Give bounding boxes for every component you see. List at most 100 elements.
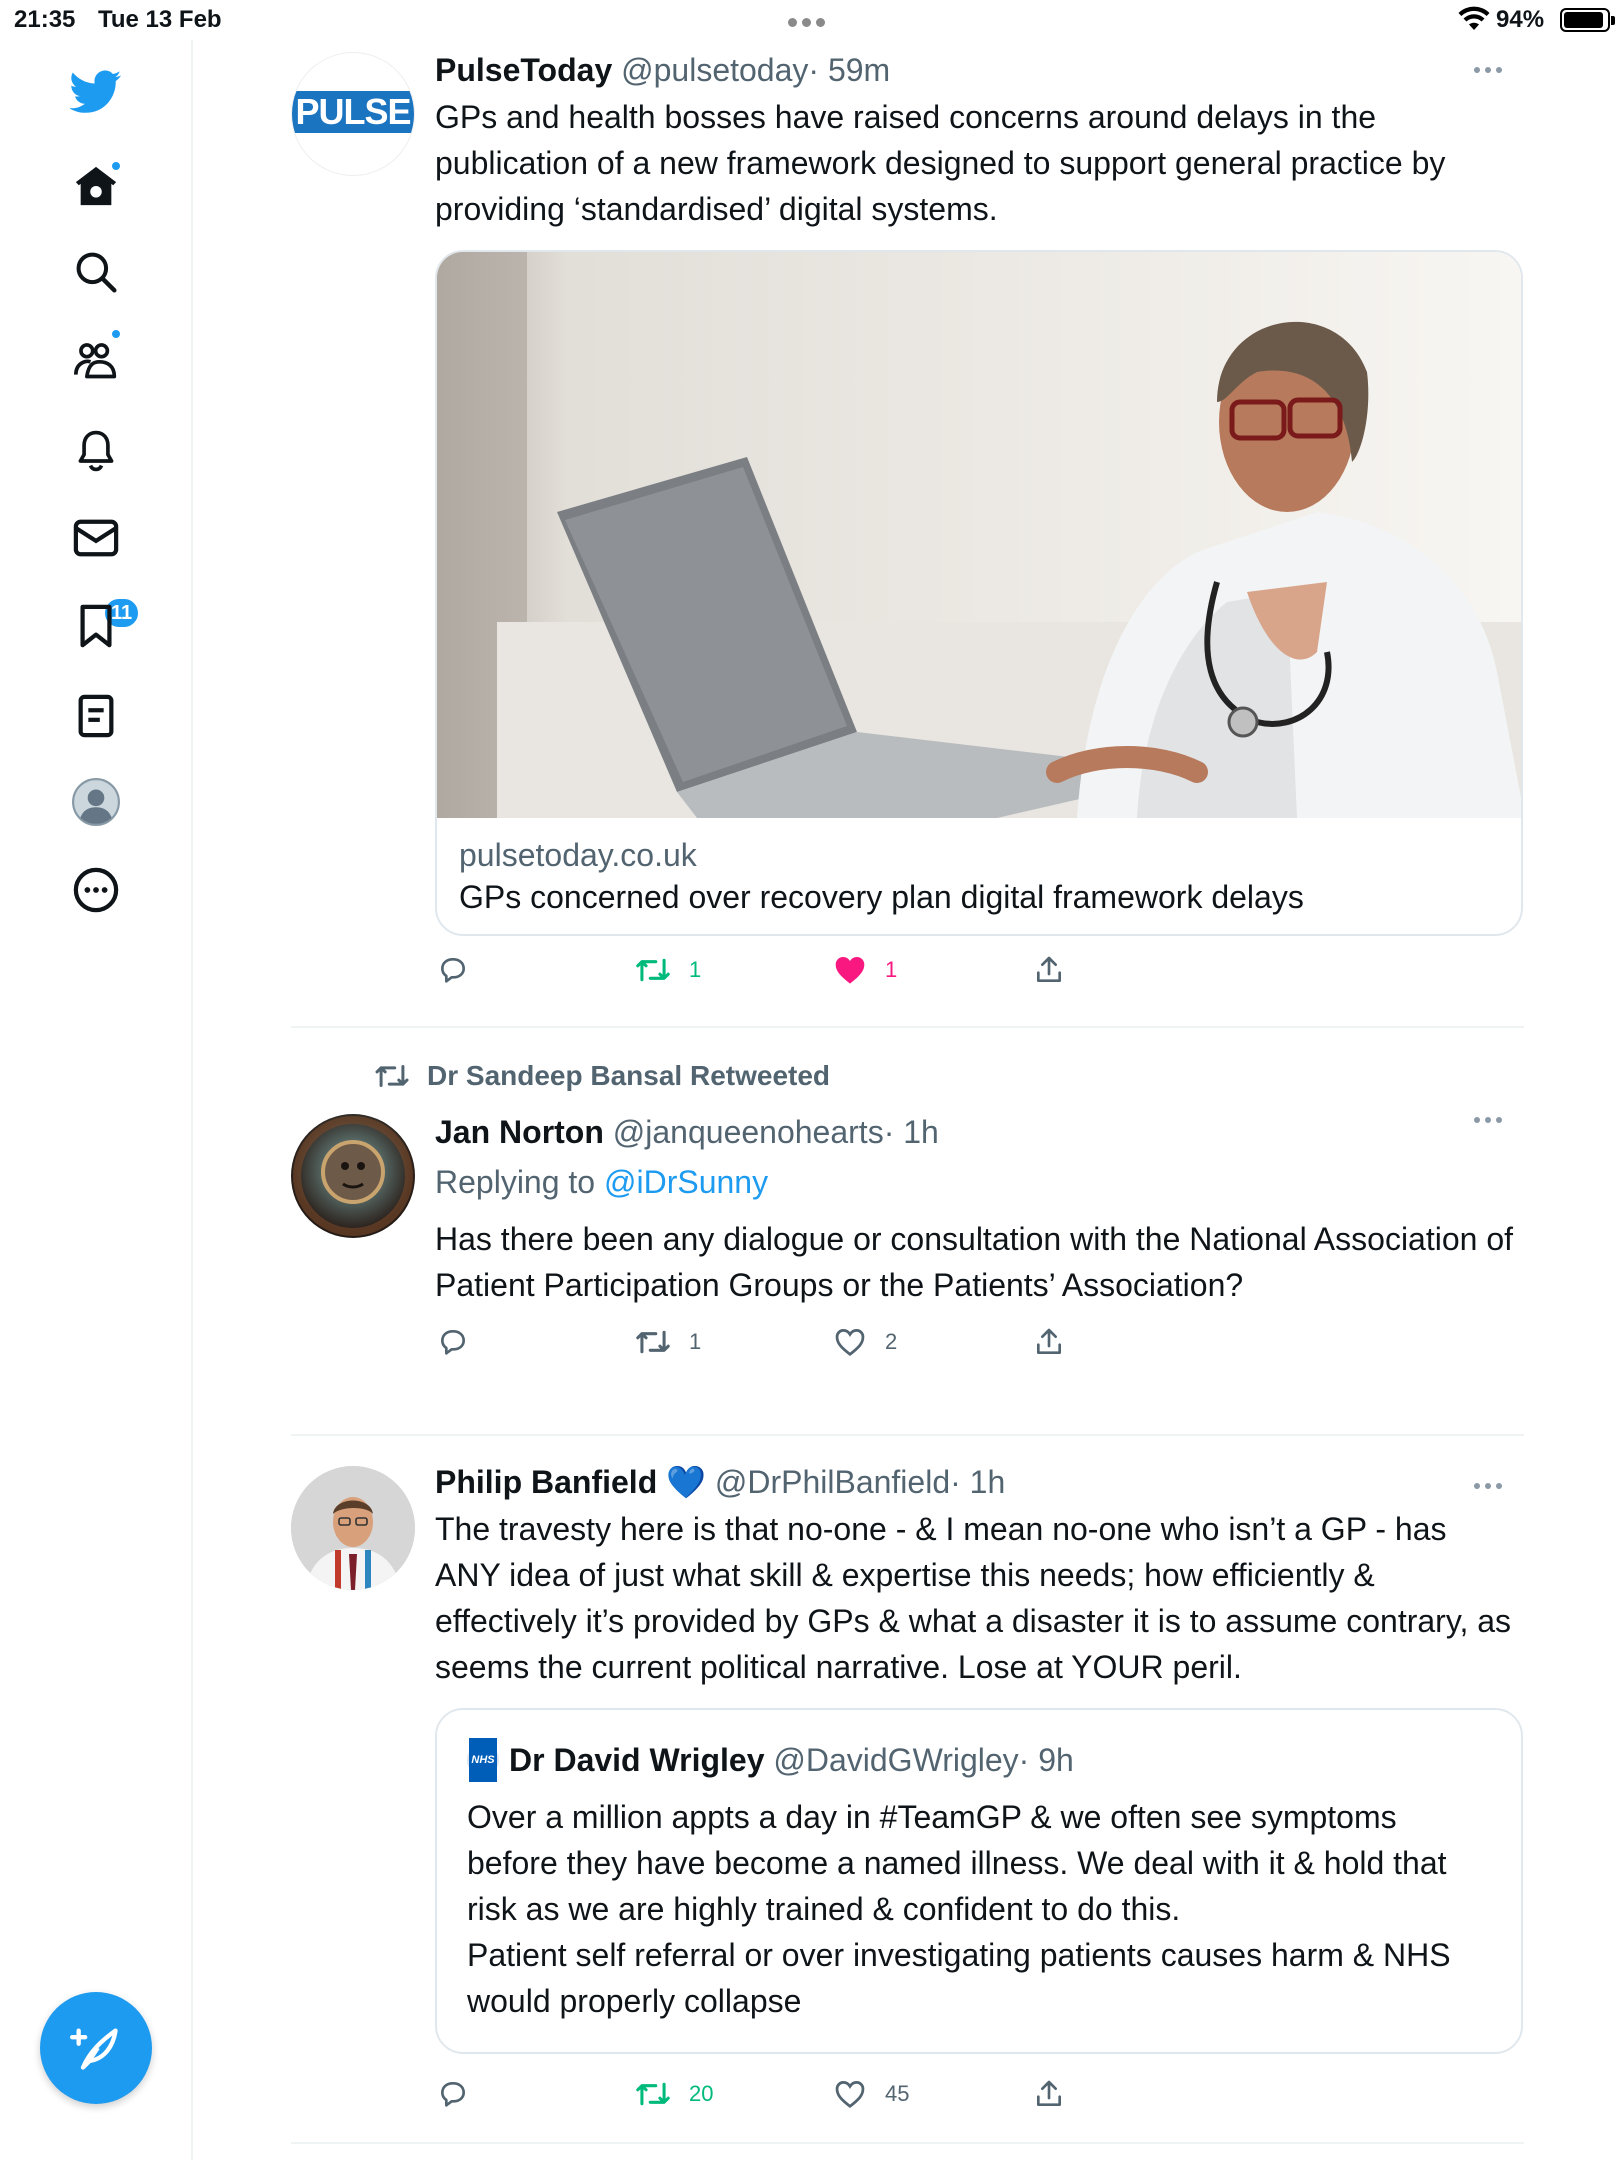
retweet-count: 1 bbox=[689, 1329, 702, 1354]
heart-outline-icon bbox=[835, 1329, 865, 1356]
nav-profile[interactable] bbox=[64, 770, 128, 834]
status-bar: 21:35 Tue 13 Feb 94% bbox=[0, 0, 1620, 40]
nav-notifications[interactable] bbox=[64, 418, 128, 482]
like-count: 2 bbox=[885, 1329, 898, 1354]
reply-icon bbox=[441, 1330, 465, 1355]
tweet-time[interactable]: · 59m bbox=[808, 52, 890, 88]
sidebar-nav: 11 bbox=[0, 40, 193, 2160]
reply-button[interactable] bbox=[437, 2074, 487, 2114]
multitasking-dots-icon[interactable] bbox=[788, 14, 830, 32]
nav-messages[interactable] bbox=[64, 506, 128, 570]
nav-search[interactable] bbox=[64, 240, 128, 304]
quoted-avatar[interactable]: NHS bbox=[467, 1738, 499, 1782]
author-name[interactable]: Jan Norton bbox=[435, 1114, 604, 1150]
reply-button[interactable] bbox=[437, 950, 487, 990]
tweet-more-button[interactable] bbox=[1474, 1476, 1514, 1496]
tweet-header: Jan Norton @janqueenohearts· 1h bbox=[435, 1110, 1515, 1154]
retweet-count: 1 bbox=[689, 957, 702, 982]
nav-home[interactable] bbox=[64, 154, 128, 218]
more-circle-icon bbox=[73, 867, 119, 913]
link-card-title: GPs concerned over recovery plan digital… bbox=[459, 879, 1304, 915]
replying-to-label: Replying to bbox=[435, 1164, 604, 1200]
link-card-domain: pulsetoday.co.uk bbox=[459, 837, 697, 873]
tweet-header: PulseToday @pulsetoday· 59m bbox=[435, 48, 1515, 92]
heart-filled-icon bbox=[835, 957, 865, 984]
nav-lists[interactable] bbox=[64, 684, 128, 748]
retweet-button[interactable]: 20 bbox=[635, 2074, 713, 2114]
author-handle[interactable]: @janqueenohearts bbox=[613, 1114, 884, 1150]
avatar-pulse-logo-text: PULSE bbox=[295, 91, 411, 132]
twitter-bird-icon bbox=[70, 70, 122, 113]
tweet-time[interactable]: · 1h bbox=[950, 1464, 1005, 1500]
tweet-text: Has there been any dialogue or consultat… bbox=[435, 1221, 1514, 1303]
avatar[interactable] bbox=[291, 1114, 415, 1238]
reply-button[interactable] bbox=[437, 1322, 487, 1362]
messages-envelope-icon bbox=[73, 519, 119, 557]
avatar[interactable] bbox=[291, 1466, 415, 1590]
retweet-button[interactable]: 1 bbox=[635, 950, 701, 990]
notifications-bell-icon bbox=[78, 430, 114, 472]
avatar[interactable]: PULSE bbox=[291, 52, 415, 176]
tweet-actions: 1 1 bbox=[435, 936, 1515, 1016]
reply-icon bbox=[441, 2082, 465, 2107]
nav-more[interactable] bbox=[64, 858, 128, 922]
search-icon bbox=[76, 252, 117, 293]
like-button[interactable]: 1 bbox=[833, 950, 897, 990]
author-name[interactable]: Philip Banfield bbox=[435, 1464, 657, 1500]
like-button[interactable]: 2 bbox=[833, 1322, 897, 1362]
tweet-actions: 1 2 bbox=[435, 1308, 1515, 1388]
author-handle[interactable]: @pulsetoday bbox=[621, 52, 808, 88]
share-button[interactable] bbox=[1033, 950, 1083, 990]
share-icon bbox=[1037, 956, 1061, 982]
communities-icon bbox=[74, 343, 117, 379]
link-card[interactable]: pulsetoday.co.uk GPs concerned over reco… bbox=[435, 250, 1523, 936]
share-icon bbox=[1037, 2080, 1061, 2106]
retweeted-by-text[interactable]: Dr Sandeep Bansal Retweeted bbox=[427, 1060, 830, 1092]
tweet-jan-norton[interactable]: Dr Sandeep Bansal Retweeted Jan Norton @… bbox=[291, 1028, 1524, 1436]
compose-feather-icon bbox=[70, 2028, 118, 2070]
author-name[interactable]: PulseToday bbox=[435, 52, 612, 88]
nav-bookmarks[interactable] bbox=[64, 594, 128, 658]
tweet-text: The travesty here is that no-one - & I m… bbox=[435, 1511, 1512, 1685]
tweet-pulsetoday[interactable]: PULSE PulseToday @pulsetoday· 59m GPs an… bbox=[291, 40, 1524, 1028]
retweet-icon bbox=[636, 958, 670, 982]
tweet-time[interactable]: · 1h bbox=[884, 1114, 939, 1150]
twitter-logo-button[interactable] bbox=[64, 60, 128, 124]
quoted-tweet-text: Over a million appts a day in #TeamGP & … bbox=[467, 1794, 1491, 2024]
like-count: 45 bbox=[885, 2081, 910, 2106]
quoted-text-line: Over a million appts a day in #TeamGP & … bbox=[467, 1799, 1447, 1927]
like-count: 1 bbox=[885, 957, 898, 982]
tweet-more-button[interactable] bbox=[1474, 60, 1514, 80]
lists-icon bbox=[78, 694, 114, 738]
share-icon bbox=[1037, 1328, 1061, 1354]
tweet-more-button[interactable] bbox=[1474, 1110, 1514, 1130]
heart-outline-icon bbox=[835, 2081, 865, 2108]
reply-icon bbox=[441, 958, 465, 983]
wifi-icon bbox=[1458, 6, 1490, 30]
quoted-author-name: Dr David Wrigley bbox=[509, 1742, 765, 1778]
quoted-tweet[interactable]: NHS Dr David Wrigley @DavidGWrigley · 9h … bbox=[435, 1708, 1523, 2054]
share-button[interactable] bbox=[1033, 1322, 1083, 1362]
quoted-text-line: Patient self referral or over investigat… bbox=[467, 1937, 1451, 2019]
nhs-logo-text: NHS bbox=[469, 1738, 497, 1782]
battery-icon bbox=[1560, 8, 1615, 32]
tweet-philip-banfield[interactable]: Philip Banfield 💙 @DrPhilBanfield· 1h Th… bbox=[291, 1436, 1524, 2144]
quoted-tweet-header: NHS Dr David Wrigley @DavidGWrigley · 9h bbox=[467, 1738, 1491, 1782]
retweet-icon bbox=[636, 2082, 670, 2106]
like-button[interactable]: 45 bbox=[833, 2074, 909, 2114]
share-button[interactable] bbox=[1033, 2074, 1083, 2114]
blue-heart-emoji: 💙 bbox=[666, 1464, 706, 1500]
status-date: Tue 13 Feb bbox=[98, 6, 222, 33]
retweet-small-icon bbox=[375, 1064, 409, 1088]
nav-communities[interactable] bbox=[64, 328, 128, 392]
avatar-image bbox=[293, 1116, 413, 1236]
retweet-button[interactable]: 1 bbox=[635, 1322, 701, 1362]
replying-to-handle[interactable]: @iDrSunny bbox=[604, 1164, 768, 1200]
author-handle[interactable]: @DrPhilBanfield bbox=[715, 1464, 950, 1500]
communities-new-dot bbox=[110, 328, 122, 340]
profile-avatar-icon bbox=[72, 778, 120, 826]
tweet-text: GPs and health bosses have raised concer… bbox=[435, 99, 1446, 227]
status-time: 21:35 bbox=[14, 6, 76, 33]
compose-tweet-button[interactable] bbox=[40, 1992, 152, 2104]
doctor-at-laptop-image bbox=[437, 252, 1521, 818]
